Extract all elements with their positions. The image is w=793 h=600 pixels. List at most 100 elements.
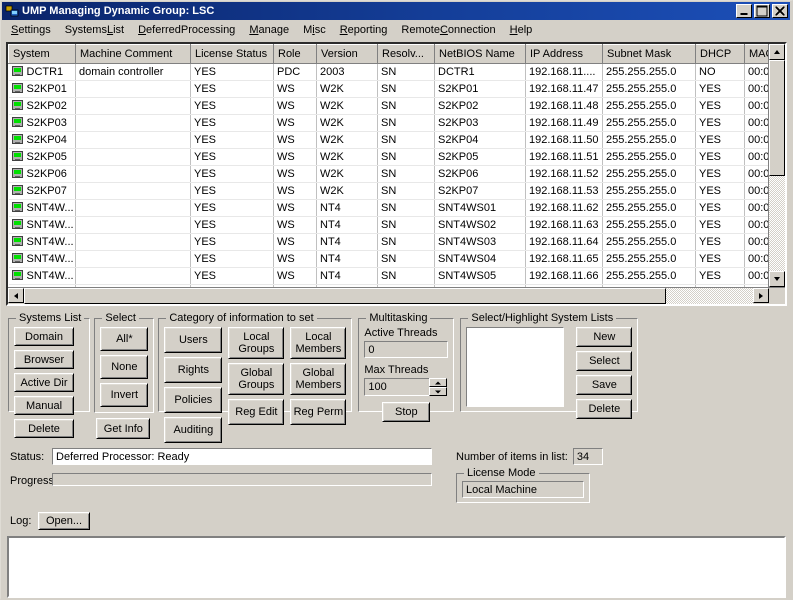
max-threads-label: Max Threads <box>364 364 429 376</box>
menu-item-help[interactable]: Help <box>503 22 540 39</box>
column-header-mac[interactable]: MAC Address <box>744 44 768 64</box>
stop-button[interactable]: Stop <box>382 402 431 422</box>
scroll-left-button[interactable] <box>8 288 24 303</box>
max-threads-spinner[interactable] <box>429 378 448 396</box>
max-threads-input[interactable]: 100 <box>364 378 431 396</box>
table-row[interactable]: SNT4W... YES WS NT4 SN SNT4WS05 192.168.11.66 2… <box>8 267 768 285</box>
column-header-system[interactable]: System <box>8 44 76 64</box>
menu-item-misc[interactable]: Misc <box>296 22 333 39</box>
menu-item-systemslist[interactable]: SystemsList <box>58 22 131 39</box>
table-row[interactable]: S2KP05 YES WS W2K SN S2KP05 192.168.11.51 255.2… <box>8 148 768 166</box>
cell-license: YES <box>190 63 274 81</box>
global-groups-button[interactable]: Global Groups <box>228 363 285 395</box>
scroll-up-button[interactable] <box>769 44 785 60</box>
reg-perm-button[interactable]: Reg Perm <box>290 399 347 425</box>
log-open-button[interactable]: Open... <box>38 512 90 530</box>
select-list-button[interactable]: Select <box>576 351 633 371</box>
cell-netbios: SNT4WS04 <box>434 250 526 268</box>
auditing-button[interactable]: Auditing <box>164 417 223 443</box>
column-header-ip[interactable]: IP Address <box>525 44 603 64</box>
table-row[interactable]: S2KP04 YES WS W2K SN S2KP04 192.168.11.50 255.2… <box>8 131 768 149</box>
maximize-button[interactable] <box>754 4 770 18</box>
table-row[interactable]: SNT4W... YES WS NT4 SN SNT4WS01 192.168.11.62 2… <box>8 199 768 217</box>
local-members-button[interactable]: Local Members <box>290 327 347 359</box>
cell-ip: 192.168.11.51 <box>525 148 603 166</box>
cell-resolv: SN <box>377 284 435 287</box>
active-threads-label: Active Threads <box>364 327 438 339</box>
hscroll-thumb[interactable] <box>24 288 666 304</box>
column-header-resolv[interactable]: Resolv... <box>377 44 435 64</box>
spinner-up-icon[interactable] <box>429 378 448 387</box>
policies-button[interactable]: Policies <box>164 387 223 413</box>
scroll-down-button[interactable] <box>769 271 785 287</box>
table-row[interactable]: SNT4W...YESWSNT4SNSNT4WS06192.168.11.672… <box>8 284 768 287</box>
column-header-netbios[interactable]: NetBIOS Name <box>434 44 526 64</box>
table-row[interactable]: S2KP03 YES WS W2K SN S2KP03 192.168.11.49 255.2… <box>8 114 768 132</box>
log-output-area[interactable] <box>7 536 786 598</box>
table-row[interactable]: S2KP07 YES WS W2K SN S2KP07 192.168.11.53 255.2… <box>8 182 768 200</box>
active-threads-value: 0 <box>364 341 449 358</box>
browser-button[interactable]: Browser <box>14 350 74 369</box>
table-row[interactable]: DCTR1 domain controller YES PDC 2003 SN DCTR1 1… <box>8 63 768 81</box>
minimize-button[interactable] <box>736 4 752 18</box>
horizontal-scrollbar[interactable] <box>8 287 785 304</box>
rights-button[interactable]: Rights <box>164 357 223 383</box>
save-list-button[interactable]: Save <box>576 375 633 395</box>
cell-dhcp: YES <box>695 284 745 287</box>
cell-role: WS <box>273 114 317 132</box>
users-button[interactable]: Users <box>164 327 223 353</box>
cell-system: S2KP07 <box>8 182 76 200</box>
get-info-button[interactable]: Get Info <box>96 418 151 439</box>
vertical-scrollbar[interactable] <box>768 44 785 287</box>
table-row[interactable]: S2KP02 YES WS W2K SN S2KP02 192.168.11.48 255.2… <box>8 97 768 115</box>
control-panels: Systems List Domain Browser Active Dir M… <box>8 312 786 443</box>
table-row[interactable]: S2KP06 YES WS W2K SN S2KP06 192.168.11.52 255.2… <box>8 165 768 183</box>
table-row[interactable]: SNT4W... YES WS NT4 SN SNT4WS04 192.168.11.65 2… <box>8 250 768 268</box>
global-members-button[interactable]: Global Members <box>290 363 347 395</box>
vscroll-thumb[interactable] <box>769 60 785 177</box>
column-header-version[interactable]: Version <box>316 44 378 64</box>
column-header-comment[interactable]: Machine Comment <box>75 44 191 64</box>
column-header-dhcp[interactable]: DHCP <box>695 44 745 64</box>
menu-item-settings[interactable]: Settings <box>4 22 58 39</box>
manual-button[interactable]: Manual <box>14 396 74 415</box>
cell-netbios: SNT4WS03 <box>434 233 526 251</box>
select-all-button[interactable]: All* <box>100 327 149 351</box>
status-value: Deferred Processor: Ready <box>52 448 432 465</box>
menu-item-remoteconnection[interactable]: RemoteConnection <box>394 22 502 39</box>
grid-scroll-area[interactable]: System Machine Comment License Status Role V… <box>8 44 768 287</box>
delete-systems-button[interactable]: Delete <box>14 419 74 438</box>
local-groups-button[interactable]: Local Groups <box>228 327 285 359</box>
window-title: UMP Managing Dynamic Group: LSC <box>22 5 215 17</box>
column-header-role[interactable]: Role <box>273 44 317 64</box>
cell-comment: domain controller <box>75 63 191 81</box>
cell-role: WS <box>273 267 317 285</box>
cell-subnet: 255.255.255.0 <box>602 267 696 285</box>
hscroll-track[interactable] <box>24 288 753 304</box>
menu-item-deferredprocessing[interactable]: DeferredProcessing <box>131 22 242 39</box>
vscroll-track[interactable] <box>769 60 785 271</box>
table-row[interactable]: S2KP01 YES WS W2K SN S2KP01 192.168.11.47 255.2… <box>8 80 768 98</box>
reg-edit-button[interactable]: Reg Edit <box>228 399 285 425</box>
multitasking-legend: Multitasking <box>369 312 428 324</box>
cell-comment <box>75 148 191 166</box>
close-button[interactable] <box>772 4 788 18</box>
active-dir-button[interactable]: Active Dir <box>14 373 74 392</box>
computer-icon <box>11 83 23 93</box>
table-row[interactable]: SNT4W... YES WS NT4 SN SNT4WS03 192.168.11.64 2… <box>8 233 768 251</box>
domain-button[interactable]: Domain <box>14 327 74 346</box>
cell-system: SNT4W... <box>8 233 76 251</box>
spinner-down-icon[interactable] <box>429 387 448 396</box>
table-row[interactable]: SNT4W... YES WS NT4 SN SNT4WS02 192.168.11.63 2… <box>8 216 768 234</box>
column-header-license[interactable]: License Status <box>190 44 274 64</box>
menu-item-reporting[interactable]: Reporting <box>333 22 395 39</box>
scroll-right-button[interactable] <box>753 288 769 303</box>
delete-list-button[interactable]: Delete <box>576 399 633 419</box>
select-none-button[interactable]: None <box>100 355 149 379</box>
system-lists-listbox[interactable] <box>466 327 565 407</box>
menu-item-manage[interactable]: Manage <box>242 22 296 39</box>
select-invert-button[interactable]: Invert <box>100 383 149 407</box>
cell-role: WS <box>273 148 317 166</box>
new-list-button[interactable]: New <box>576 327 633 347</box>
column-header-subnet[interactable]: Subnet Mask <box>602 44 696 64</box>
